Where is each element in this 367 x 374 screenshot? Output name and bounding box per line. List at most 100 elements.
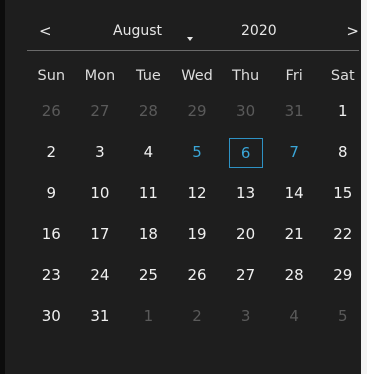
day-cell[interactable]: 7 bbox=[270, 138, 319, 167]
weekday-label: Thu bbox=[231, 68, 260, 84]
day-cell[interactable]: 4 bbox=[124, 138, 173, 167]
day-number: 14 bbox=[284, 184, 304, 202]
day-cell[interactable]: 24 bbox=[76, 261, 125, 290]
month-select[interactable]: August bbox=[113, 23, 162, 39]
day-number: 6 bbox=[228, 138, 263, 168]
day-number: 31 bbox=[90, 307, 110, 325]
day-number: 29 bbox=[333, 266, 353, 284]
day-cell[interactable]: 31 bbox=[270, 97, 319, 126]
day-cell[interactable]: 22 bbox=[318, 220, 367, 249]
day-number: 16 bbox=[41, 225, 61, 243]
day-cell[interactable]: 31 bbox=[76, 302, 125, 331]
day-number: 21 bbox=[284, 225, 304, 243]
weekday-label: Fri bbox=[285, 68, 303, 84]
weekday-label: Wed bbox=[181, 68, 213, 84]
date-picker: < August 2020 > Sun Mon Tue Wed Thu Fri … bbox=[0, 0, 367, 374]
day-number: 3 bbox=[95, 143, 105, 161]
day-cell[interactable]: 3 bbox=[221, 302, 270, 331]
day-number: 27 bbox=[90, 102, 110, 120]
day-number: 22 bbox=[333, 225, 353, 243]
weekday-label: Sat bbox=[330, 68, 355, 84]
week-row: 23 24 25 26 27 28 29 bbox=[27, 261, 367, 290]
day-cell[interactable]: 12 bbox=[173, 179, 222, 208]
day-cell[interactable]: 30 bbox=[27, 302, 76, 331]
week-row: 30 31 1 2 3 4 5 bbox=[27, 302, 367, 331]
day-cell[interactable]: 11 bbox=[124, 179, 173, 208]
day-number: 12 bbox=[187, 184, 207, 202]
weekday-label: Tue bbox=[136, 68, 161, 84]
calendar-header: < August 2020 > bbox=[19, 20, 359, 46]
day-cell[interactable]: 16 bbox=[27, 220, 76, 249]
day-cell[interactable]: 17 bbox=[76, 220, 125, 249]
day-number: 24 bbox=[90, 266, 110, 284]
day-number: 5 bbox=[192, 143, 202, 161]
day-cell[interactable]: 1 bbox=[318, 97, 367, 126]
day-number: 10 bbox=[90, 184, 110, 202]
day-cell[interactable]: 20 bbox=[221, 220, 270, 249]
day-number: 5 bbox=[337, 307, 348, 325]
day-cell[interactable]: 9 bbox=[27, 179, 76, 208]
weeks-container: 26 27 28 29 30 31 1 2 3 4 5 6 7 8 9 10 11 12 13 14 15 16 17 18 1… bbox=[27, 97, 367, 331]
day-cell[interactable]: 25 bbox=[124, 261, 173, 290]
chevron-down-icon[interactable] bbox=[187, 37, 193, 41]
day-number: 18 bbox=[138, 225, 158, 243]
day-cell[interactable]: 29 bbox=[173, 97, 222, 126]
day-cell[interactable]: 23 bbox=[27, 261, 76, 290]
day-number: 20 bbox=[236, 225, 256, 243]
weekday-label: Sun bbox=[37, 68, 66, 84]
week-row: 26 27 28 29 30 31 1 bbox=[27, 97, 367, 126]
week-row: 9 10 11 12 13 14 15 bbox=[27, 179, 367, 208]
day-number: 4 bbox=[143, 143, 154, 161]
day-number: 2 bbox=[46, 143, 57, 161]
day-cell[interactable]: 18 bbox=[124, 220, 173, 249]
day-cell[interactable]: 28 bbox=[124, 97, 173, 126]
day-number: 23 bbox=[41, 266, 61, 284]
day-number: 28 bbox=[138, 102, 158, 120]
day-cell[interactable]: 10 bbox=[76, 179, 125, 208]
week-row: 16 17 18 19 20 21 22 bbox=[27, 220, 367, 249]
day-number: 28 bbox=[284, 266, 304, 284]
week-row: 2 3 4 5 6 7 8 bbox=[27, 138, 367, 168]
day-cell[interactable]: 2 bbox=[27, 138, 76, 167]
day-number: 1 bbox=[337, 102, 348, 120]
weekday-header-row: Sun Mon Tue Wed Thu Fri Sat bbox=[27, 65, 367, 87]
day-cell[interactable]: 3 bbox=[76, 138, 125, 167]
day-cell[interactable]: 5 bbox=[318, 302, 367, 331]
day-cell[interactable]: 4 bbox=[270, 302, 319, 331]
previous-month-button[interactable]: < bbox=[39, 22, 52, 40]
day-number: 30 bbox=[236, 102, 256, 120]
day-cell[interactable]: 14 bbox=[270, 179, 319, 208]
day-number: 26 bbox=[187, 266, 207, 284]
day-cell-selected[interactable]: 6 bbox=[221, 138, 270, 168]
next-month-button[interactable]: > bbox=[346, 22, 359, 40]
header-divider bbox=[27, 50, 359, 51]
day-number: 26 bbox=[41, 102, 61, 120]
day-cell[interactable]: 1 bbox=[124, 302, 173, 331]
day-cell[interactable]: 8 bbox=[318, 138, 367, 167]
weekday-label: Mon bbox=[84, 68, 116, 84]
day-cell[interactable]: 26 bbox=[173, 261, 222, 290]
day-number: 30 bbox=[41, 307, 61, 325]
year-select[interactable]: 2020 bbox=[241, 23, 277, 39]
day-cell[interactable]: 13 bbox=[221, 179, 270, 208]
day-cell[interactable]: 28 bbox=[270, 261, 319, 290]
day-cell[interactable]: 5 bbox=[173, 138, 222, 167]
day-cell[interactable]: 21 bbox=[270, 220, 319, 249]
day-number: 29 bbox=[187, 102, 207, 120]
day-cell[interactable]: 2 bbox=[173, 302, 222, 331]
day-cell[interactable]: 27 bbox=[221, 261, 270, 290]
day-number: 1 bbox=[143, 307, 154, 325]
day-number: 13 bbox=[236, 184, 256, 202]
day-cell[interactable]: 30 bbox=[221, 97, 270, 126]
day-cell[interactable]: 26 bbox=[27, 97, 76, 126]
day-cell[interactable]: 27 bbox=[76, 97, 125, 126]
day-number: 4 bbox=[289, 307, 299, 325]
day-number: 31 bbox=[284, 102, 304, 120]
day-cell[interactable]: 19 bbox=[173, 220, 222, 249]
day-number: 8 bbox=[337, 143, 348, 161]
day-cell[interactable]: 15 bbox=[318, 179, 367, 208]
day-cell[interactable]: 29 bbox=[318, 261, 367, 290]
day-number: 17 bbox=[90, 225, 110, 243]
day-number: 25 bbox=[138, 266, 158, 284]
calendar-grid: Sun Mon Tue Wed Thu Fri Sat 26 27 28 29 30 31… bbox=[27, 65, 367, 343]
